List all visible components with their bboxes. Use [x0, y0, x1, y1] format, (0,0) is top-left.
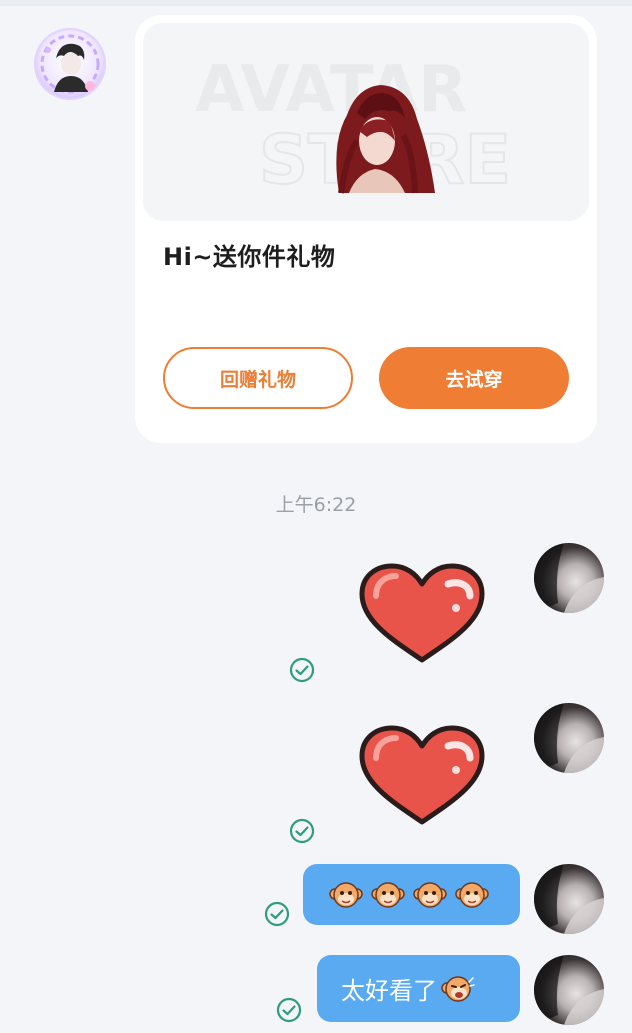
top-bar-edge: [0, 0, 632, 6]
my-avatar[interactable]: [534, 703, 604, 773]
my-avatar[interactable]: [534, 543, 604, 613]
my-avatar[interactable]: [534, 864, 604, 934]
heart-sticker[interactable]: [356, 562, 488, 666]
monkey-emoji-icon: [329, 881, 363, 908]
gift-title: Hi~送你件礼物: [163, 243, 336, 271]
contact-avatar-portrait: [40, 34, 100, 94]
message-text: 太好看了: [341, 977, 437, 1005]
my-avatar-portrait: [534, 955, 604, 1025]
monkey-laugh-emoji-icon: [441, 975, 475, 1002]
read-check-icon: [289, 657, 315, 683]
gift-banner: AVATAR STORE: [143, 23, 589, 221]
avatar-store-banner: AVATAR STORE: [195, 53, 512, 201]
my-avatar[interactable]: [534, 955, 604, 1025]
emoji-message-bubble[interactable]: [303, 864, 520, 925]
my-avatar-portrait: [534, 703, 604, 773]
my-avatar-portrait: [534, 864, 604, 934]
gift-card[interactable]: AVATAR STORE Hi~送你件礼物 回赠礼物 去试穿: [135, 15, 597, 443]
text-message-bubble[interactable]: 太好看了: [317, 955, 520, 1022]
banner-watermark-top: AVATAR: [195, 53, 467, 127]
monkey-emoji-icon: [455, 881, 489, 908]
monkey-emoji-icon: [413, 881, 447, 908]
read-check-icon: [276, 997, 302, 1023]
heart-sticker[interactable]: [356, 724, 488, 828]
contact-avatar[interactable]: [34, 28, 106, 100]
read-check-icon: [289, 818, 315, 844]
message-timestamp: 上午6:22: [275, 494, 357, 516]
read-check-icon: [264, 901, 290, 927]
return-gift-button[interactable]: 回赠礼物: [163, 347, 353, 409]
chat-screen: AVATAR STORE Hi~送你件礼物 回赠礼物 去试穿 上午6:22: [0, 0, 632, 1033]
monkey-emoji-icon: [371, 881, 405, 908]
try-on-button[interactable]: 去试穿: [379, 347, 569, 409]
my-avatar-portrait: [534, 543, 604, 613]
